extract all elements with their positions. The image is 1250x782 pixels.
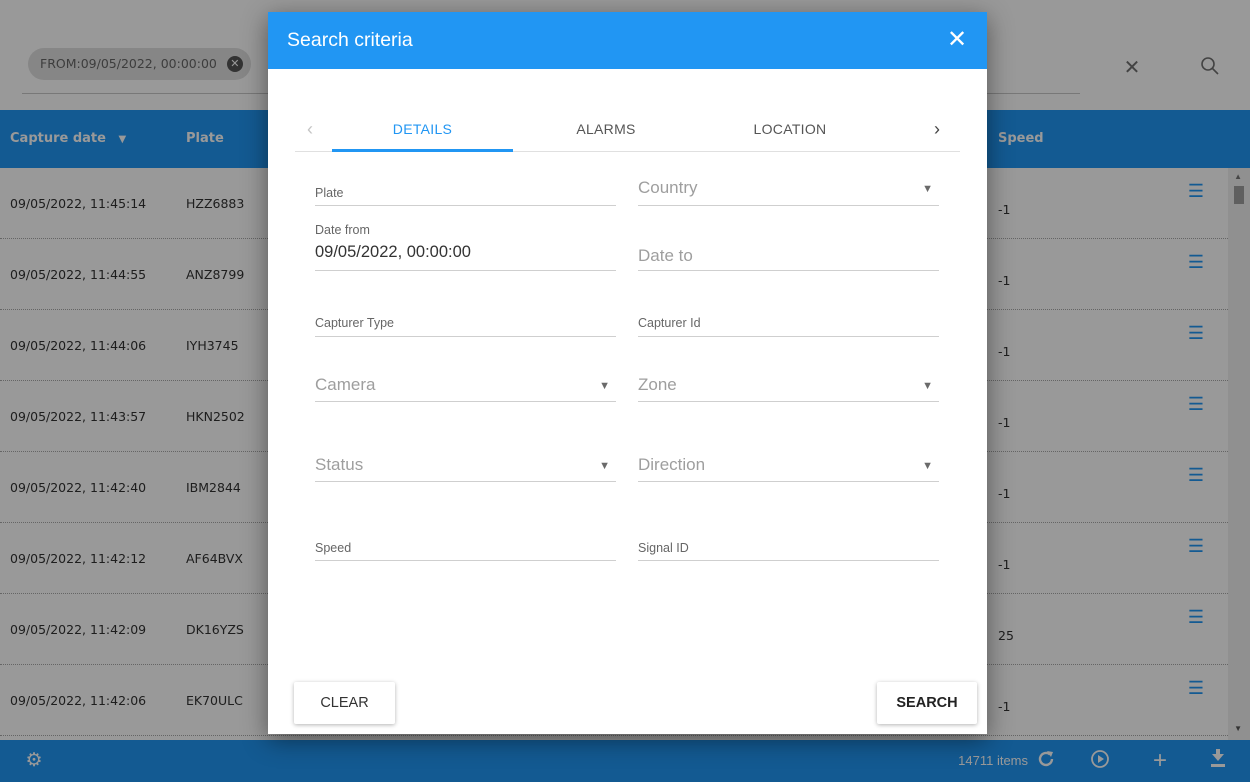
tab-details[interactable]: DETAILS <box>332 106 513 152</box>
tab-bar: ‹ DETAILS ALARMS LOCATION › <box>295 106 960 152</box>
direction-select[interactable]: Direction ▼ <box>638 450 939 482</box>
status-select-label: Status <box>315 455 364 474</box>
zone-select-label: Zone <box>638 375 677 394</box>
direction-select-label: Direction <box>638 455 706 474</box>
date-from-field[interactable]: Date from 09/05/2022, 00:00:00 <box>315 218 616 271</box>
capturer-id-field[interactable]: Capturer Id <box>638 312 939 337</box>
dropdown-arrow-icon: ▼ <box>922 380 933 392</box>
camera-select[interactable]: Camera ▼ <box>315 370 616 402</box>
active-tab-indicator <box>332 149 513 152</box>
date-to-field[interactable]: Date to <box>638 218 939 271</box>
date-from-label: Date from <box>315 223 370 237</box>
speed-field[interactable]: Speed <box>315 536 616 561</box>
plate-field[interactable]: Plate <box>315 172 616 206</box>
chevron-right-icon[interactable]: › <box>922 106 952 152</box>
dropdown-arrow-icon: ▼ <box>922 460 933 472</box>
search-button[interactable]: SEARCH <box>877 682 977 724</box>
capturer-id-label: Capturer Id <box>638 316 701 330</box>
tab-location[interactable]: LOCATION <box>705 106 875 152</box>
country-select-label: Country <box>638 178 698 197</box>
speed-field-label: Speed <box>315 541 352 555</box>
camera-select-label: Camera <box>315 375 376 394</box>
capturer-type-label: Capturer Type <box>315 316 394 330</box>
dropdown-arrow-icon: ▼ <box>599 380 610 392</box>
dropdown-arrow-icon: ▼ <box>922 183 933 195</box>
zone-select[interactable]: Zone ▼ <box>638 370 939 402</box>
dialog-title: Search criteria <box>287 29 413 51</box>
signal-id-field[interactable]: Signal ID <box>638 536 939 561</box>
search-criteria-dialog: Search criteria ✕ ‹ DETAILS ALARMS LOCAT… <box>268 12 987 734</box>
close-icon[interactable]: ✕ <box>945 28 969 52</box>
signal-id-label: Signal ID <box>638 541 689 555</box>
country-select[interactable]: Country ▼ <box>638 172 939 206</box>
status-select[interactable]: Status ▼ <box>315 450 616 482</box>
clear-button[interactable]: CLEAR <box>294 682 395 724</box>
tab-alarms[interactable]: ALARMS <box>531 106 681 152</box>
date-from-value: 09/05/2022, 00:00:00 <box>315 243 471 261</box>
plate-field-label: Plate <box>315 186 344 200</box>
dialog-header: Search criteria ✕ <box>268 12 987 69</box>
date-to-label: Date to <box>638 246 693 265</box>
chevron-left-icon[interactable]: ‹ <box>295 106 325 152</box>
dropdown-arrow-icon: ▼ <box>599 460 610 472</box>
capturer-type-field[interactable]: Capturer Type <box>315 312 616 337</box>
